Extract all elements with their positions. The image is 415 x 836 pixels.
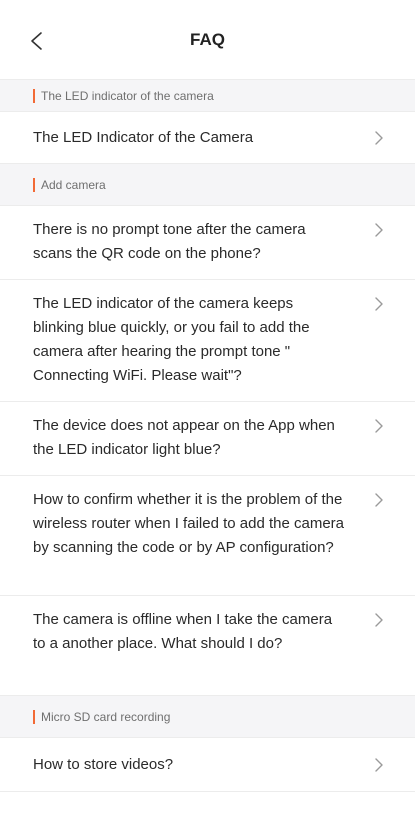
- faq-item-store-videos[interactable]: How to store videos?: [0, 738, 415, 792]
- chevron-right-icon: [373, 295, 385, 313]
- faq-question: There is no prompt tone after the camera…: [33, 221, 306, 262]
- faq-question: The device does not appear on the App wh…: [33, 417, 335, 458]
- faq-item-no-prompt-tone[interactable]: There is no prompt tone after the camera…: [0, 206, 415, 280]
- faq-question: The LED indicator of the camera keeps bl…: [33, 295, 310, 384]
- section-accent-bar: [33, 177, 35, 192]
- page-title: FAQ: [190, 30, 225, 49]
- section-title: Micro SD card recording: [41, 709, 171, 724]
- nav-bar: FAQ: [0, 0, 415, 80]
- chevron-right-icon: [373, 129, 385, 147]
- faq-item-led-indicator[interactable]: The LED Indicator of the Camera: [0, 112, 415, 164]
- chevron-right-icon: [373, 611, 385, 629]
- chevron-right-icon: [373, 756, 385, 774]
- section-header-add-camera: Add camera: [0, 164, 415, 206]
- faq-item-blinking-blue[interactable]: The LED indicator of the camera keeps bl…: [0, 280, 415, 402]
- section-accent-bar: [33, 88, 35, 103]
- chevron-right-icon: [373, 221, 385, 239]
- section-header-micro-sd: Micro SD card recording: [0, 696, 415, 738]
- faq-question: The LED Indicator of the Camera: [33, 129, 254, 146]
- section-accent-bar: [33, 709, 35, 724]
- faq-screen: FAQ The LED indicator of the camera The …: [0, 0, 415, 836]
- chevron-right-icon: [373, 491, 385, 509]
- faq-item-wireless-router[interactable]: How to confirm whether it is the problem…: [0, 476, 415, 596]
- faq-item-camera-offline[interactable]: The camera is offline when I take the ca…: [0, 596, 415, 696]
- faq-question: How to confirm whether it is the problem…: [33, 491, 344, 556]
- faq-question: How to store videos?: [33, 756, 174, 773]
- section-header-led: The LED indicator of the camera: [0, 80, 415, 112]
- section-title: The LED indicator of the camera: [41, 88, 214, 103]
- faq-item-device-not-appear[interactable]: The device does not appear on the App wh…: [0, 402, 415, 476]
- faq-question: The camera is offline when I take the ca…: [33, 611, 333, 652]
- section-title: Add camera: [41, 177, 106, 192]
- chevron-right-icon: [373, 417, 385, 435]
